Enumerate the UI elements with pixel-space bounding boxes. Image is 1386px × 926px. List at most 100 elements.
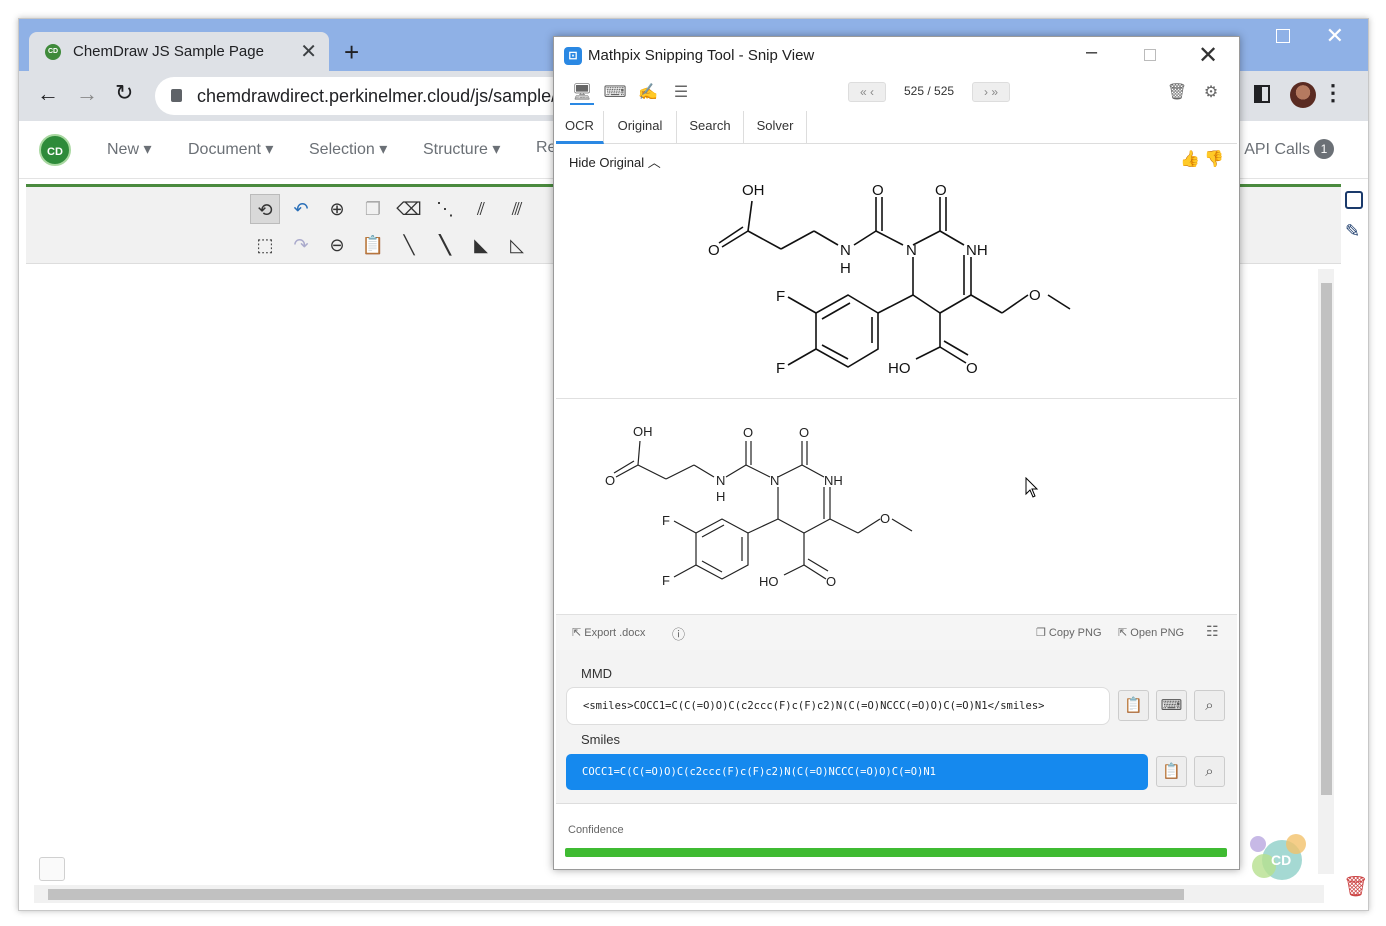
pager-prev-button[interactable]: « ‹ [848, 82, 886, 102]
svg-text:CD: CD [1271, 852, 1291, 868]
screen-snip-icon[interactable]: 🖥 [570, 81, 594, 105]
window-maximize-button[interactable] [1276, 29, 1290, 43]
api-calls-link[interactable]: API Calls 1 [1244, 139, 1334, 159]
close-button[interactable]: ✕ [1198, 41, 1218, 70]
side-panel-icon[interactable] [1254, 85, 1270, 103]
hide-original-toggle[interactable]: Hide Original ︿ [569, 152, 661, 171]
hashed-bond-icon[interactable]: ⫽ [466, 194, 496, 224]
clipboard-icon[interactable] [39, 857, 65, 881]
open-png-button[interactable]: ⇱ Open PNG [1118, 626, 1184, 639]
back-arrow-icon[interactable]: ← [37, 81, 59, 107]
menu-document[interactable]: Document ▾ [188, 139, 273, 159]
copy-png-button[interactable]: ❐ Copy PNG [1036, 626, 1102, 639]
atom-label: O [1029, 287, 1041, 304]
confidence-label: Confidence [568, 824, 624, 836]
rendered-structure-image: OH O N H O N O NH O F F HO O [556, 399, 1237, 613]
window-close-button[interactable]: ✕ [1326, 23, 1344, 49]
export-bar: ⇱ Export .docx ⓘ ❐ Copy PNG ⇱ Open PNG ☷ [556, 614, 1237, 650]
atom-label: N [716, 473, 725, 488]
search-icon[interactable]: ⌕ [1194, 690, 1225, 721]
eraser-icon[interactable]: ⌫ [394, 194, 424, 224]
snip-counter: 525 / 525 [904, 84, 955, 98]
single-bond-icon[interactable]: ╲ [394, 230, 424, 260]
copy-mmd-icon[interactable]: 📋 [1118, 690, 1149, 721]
mathpix-iconbar: 🖥 ⌨ ✍ ☰ « ‹ 525 / 525 › » 🗑 ⚙ [554, 75, 1239, 111]
menu-new[interactable]: New ▾ [107, 139, 151, 159]
forward-arrow-icon[interactable]: → [76, 81, 98, 107]
confidence-bar [565, 848, 1227, 857]
browser-menu-icon[interactable]: ⋮ [1322, 80, 1344, 106]
atom-label: F [662, 513, 670, 528]
paste-icon[interactable]: 📋 [358, 230, 388, 260]
trash-icon[interactable]: 🗑 [1343, 874, 1368, 899]
copy-icon[interactable]: ❐ [358, 194, 388, 224]
open-png-label: Open PNG [1130, 627, 1185, 639]
atom-label: HO [888, 360, 911, 377]
panel-icon[interactable] [1345, 191, 1363, 209]
pager-next-button[interactable]: › » [972, 82, 1010, 102]
zoom-out-icon[interactable]: ⊖ [322, 230, 352, 260]
zoom-in-icon[interactable]: ⊕ [322, 194, 352, 224]
maximize-button[interactable] [1144, 49, 1156, 61]
atom-label: N [770, 473, 779, 488]
keyboard-icon[interactable]: ⌨ [1156, 690, 1187, 721]
chemdraw-bubble-icon[interactable]: CD [1244, 830, 1314, 885]
lock-icon [171, 89, 182, 102]
list-icon[interactable]: ☰ [669, 81, 693, 105]
tab-ocr[interactable]: OCR [556, 111, 604, 144]
handwriting-icon[interactable]: ✍ [636, 81, 660, 105]
lasso-icon[interactable]: ⟲ [250, 194, 280, 224]
reload-icon[interactable]: ↻ [115, 80, 133, 106]
mathpix-logo-icon: ⊡ [564, 47, 582, 65]
smiles-field[interactable]: COCC1=C(C(=O)O)C(c2ccc(F)c(F)c2)N(C(=O)N… [566, 754, 1148, 790]
horizontal-scrollbar[interactable] [34, 885, 1324, 903]
minimize-button[interactable]: – [1086, 41, 1097, 64]
molecule-drawing-rendered: OH O N H O N O NH O F F HO O [605, 424, 913, 589]
copy-smiles-icon[interactable]: 📋 [1156, 756, 1187, 787]
hollow-wedge-icon[interactable]: ◺ [502, 230, 532, 260]
hashed-wedge-icon[interactable]: ⫻ [502, 194, 532, 224]
tab-search[interactable]: Search [677, 111, 744, 144]
molecule-drawing-original: OH O N H O N O NH O F F HO O [708, 182, 1071, 377]
atom-label: O [708, 242, 720, 259]
tab-original[interactable]: Original [604, 111, 677, 144]
tab-title: ChemDraw JS Sample Page [73, 43, 264, 60]
mmd-label: MMD [581, 666, 613, 681]
export-docx-button[interactable]: ⇱ Export .docx [572, 626, 645, 639]
wedge-bond-icon[interactable]: ◣ [466, 230, 496, 260]
atom-label: O [605, 473, 615, 488]
browser-tab[interactable]: CD ChemDraw JS Sample Page ✕ [29, 32, 329, 71]
dashed-bond-icon[interactable]: ⋱ [430, 194, 460, 224]
marquee-select-icon[interactable]: ⬚ [250, 230, 280, 260]
search-icon[interactable]: ⌕ [1194, 756, 1225, 787]
sliders-icon[interactable]: ☷ [1206, 623, 1219, 640]
bold-bond-icon[interactable]: ╲ [430, 230, 460, 260]
mathpix-window: ⊡ Mathpix Snipping Tool - Snip View – ✕ … [553, 36, 1240, 870]
tab-solver[interactable]: Solver [744, 111, 807, 144]
undo-icon[interactable]: ↶ [286, 194, 316, 224]
redo-icon[interactable]: ↷ [286, 230, 316, 260]
atom-label: O [935, 182, 947, 199]
vertical-scroll-thumb[interactable] [1321, 283, 1332, 795]
keyboard-icon[interactable]: ⌨ [603, 81, 627, 105]
tab-close-icon[interactable]: ✕ [300, 39, 317, 64]
atom-label: F [776, 288, 785, 305]
atom-label: O [799, 425, 809, 440]
vertical-scrollbar[interactable] [1318, 269, 1334, 874]
gear-icon[interactable]: ⚙ [1199, 81, 1223, 105]
menu-structure[interactable]: Structure ▾ [423, 139, 500, 159]
mouse-cursor-icon [1025, 477, 1039, 498]
profile-avatar[interactable] [1290, 82, 1316, 108]
api-calls-label: API Calls [1244, 141, 1310, 158]
menu-selection[interactable]: Selection ▾ [309, 139, 387, 159]
atom-label: NH [966, 242, 988, 259]
help-icon[interactable]: ⓘ [672, 624, 685, 643]
edit-icon[interactable]: ✎ [1345, 221, 1360, 242]
trash-icon[interactable]: 🗑 [1165, 81, 1189, 105]
chemdraw-favicon-icon: CD [45, 44, 61, 60]
mmd-field[interactable]: <smiles>COCC1=C(C(=O)O)C(c2ccc(F)c(F)c2)… [566, 687, 1110, 725]
horizontal-scroll-thumb[interactable] [48, 889, 1184, 900]
new-tab-button[interactable]: + [344, 37, 359, 68]
original-structure-image: OH O N H O N O NH O F F HO O [556, 173, 1237, 399]
feedback-thumbs[interactable]: 👍 👎 [1180, 149, 1224, 169]
